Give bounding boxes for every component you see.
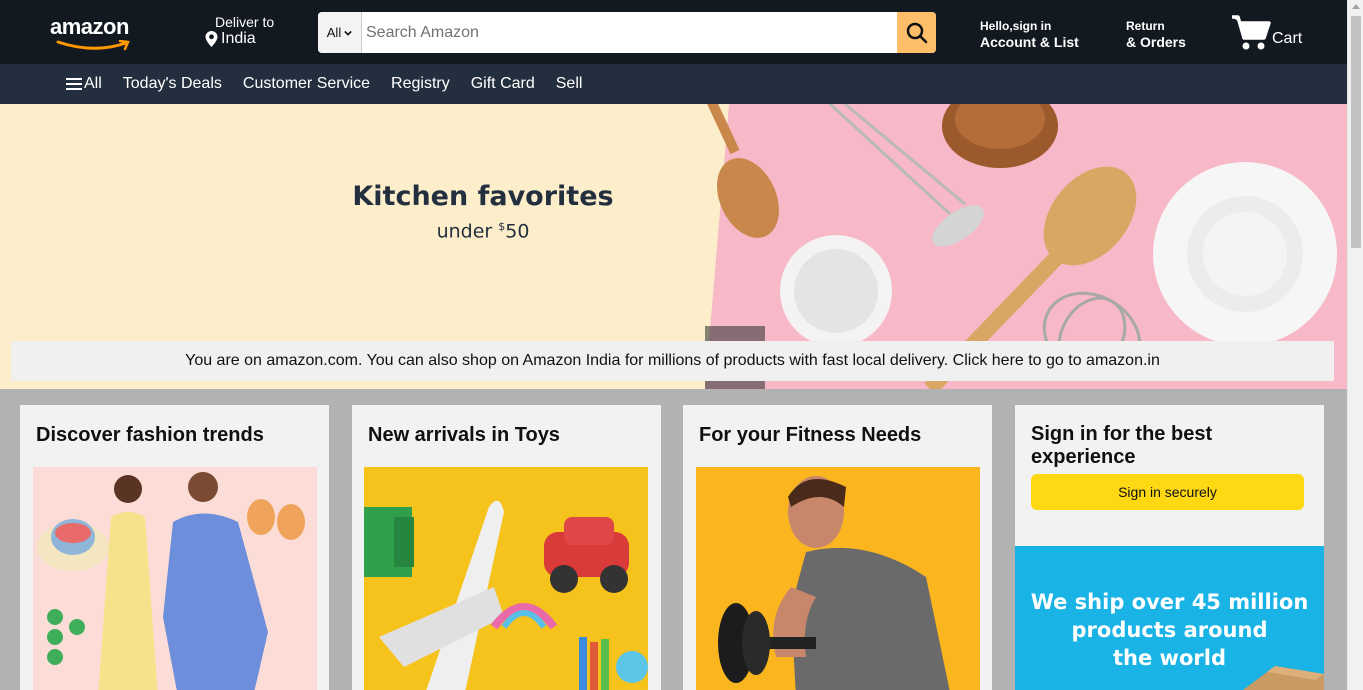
- deliver-label: Deliver to: [215, 14, 275, 30]
- returns-and-orders[interactable]: Return & Orders: [1126, 19, 1186, 51]
- hero-subtitle-prefix: under: [436, 220, 499, 243]
- orders-label: & Orders: [1126, 34, 1186, 50]
- page-scrollbar[interactable]: [1347, 0, 1363, 690]
- all-menu-button[interactable]: All: [66, 75, 102, 93]
- toys-image: [364, 467, 648, 690]
- deliver-location-row: India: [205, 30, 274, 48]
- card-title: For your Fitness Needs: [699, 424, 922, 446]
- card-toys[interactable]: New arrivals in Toys: [352, 405, 661, 690]
- shipping-banner[interactable]: We ship over 45 million products around …: [1015, 546, 1324, 690]
- card-title: New arrivals in Toys: [368, 424, 560, 446]
- signin-securely-button[interactable]: Sign in securely: [1031, 474, 1304, 510]
- hero-subtitle: under $50: [300, 220, 666, 242]
- cart-label: Cart: [1272, 30, 1303, 47]
- logo-text: amazon: [50, 14, 129, 39]
- card-fashion[interactable]: Discover fashion trends: [20, 405, 329, 690]
- search-input[interactable]: [362, 12, 897, 53]
- subnav-registry[interactable]: Registry: [391, 75, 450, 93]
- search-category-label: All: [326, 25, 342, 40]
- logo-smile-icon: [56, 40, 130, 51]
- search-button[interactable]: [897, 12, 936, 53]
- sub-nav-bar: All Today's Deals Customer Service Regis…: [0, 64, 1347, 104]
- amazon-india-notice[interactable]: You are on amazon.com. You can also shop…: [11, 341, 1334, 381]
- all-menu-label: All: [84, 75, 102, 92]
- card-fitness[interactable]: For your Fitness Needs: [683, 405, 992, 690]
- top-nav-bar: amazon Deliver to India All Hello,sign: [0, 0, 1347, 64]
- returns-label: Return: [1126, 19, 1165, 33]
- ship-line-1: We ship over 45 million: [1030, 590, 1309, 614]
- account-greeting: Hello,sign in: [980, 19, 1052, 33]
- subnav-customer-service[interactable]: Customer Service: [243, 75, 370, 93]
- account-label: Account & List: [980, 34, 1079, 50]
- box-icon: [1243, 666, 1324, 690]
- deliver-to[interactable]: Deliver to India: [205, 14, 274, 48]
- subnav-gift-card[interactable]: Gift Card: [471, 75, 535, 93]
- chevron-down-icon: [344, 30, 352, 36]
- amazon-logo[interactable]: amazon: [50, 14, 140, 52]
- card-title: Discover fashion trends: [36, 424, 264, 446]
- pin-icon: [205, 31, 218, 47]
- search-icon: [906, 22, 927, 43]
- hamburger-menu-icon: [66, 78, 82, 90]
- cart-link[interactable]: Cart: [1230, 14, 1302, 52]
- cart-icon: [1232, 15, 1271, 50]
- deliver-location: India: [221, 30, 256, 47]
- fashion-image: [33, 467, 317, 690]
- search-category-select[interactable]: All: [318, 12, 362, 53]
- ship-line-2: products around: [1071, 618, 1268, 642]
- subnav-sell[interactable]: Sell: [556, 75, 583, 93]
- card-signin: Sign in for the best experience Sign in …: [1015, 405, 1324, 690]
- search-bar: All: [318, 12, 936, 53]
- signin-title: Sign in for the best experience: [1031, 423, 1213, 468]
- subnav-todays-deals[interactable]: Today's Deals: [123, 75, 222, 93]
- hero-subtitle-amount: 50: [505, 220, 530, 243]
- hero-title: Kitchen favorites: [352, 181, 614, 212]
- fitness-image: [696, 467, 980, 690]
- account-and-lists[interactable]: Hello,sign in Account & List: [980, 19, 1079, 51]
- scroll-up-arrow-icon[interactable]: [1352, 4, 1360, 9]
- scroll-thumb[interactable]: [1351, 16, 1361, 248]
